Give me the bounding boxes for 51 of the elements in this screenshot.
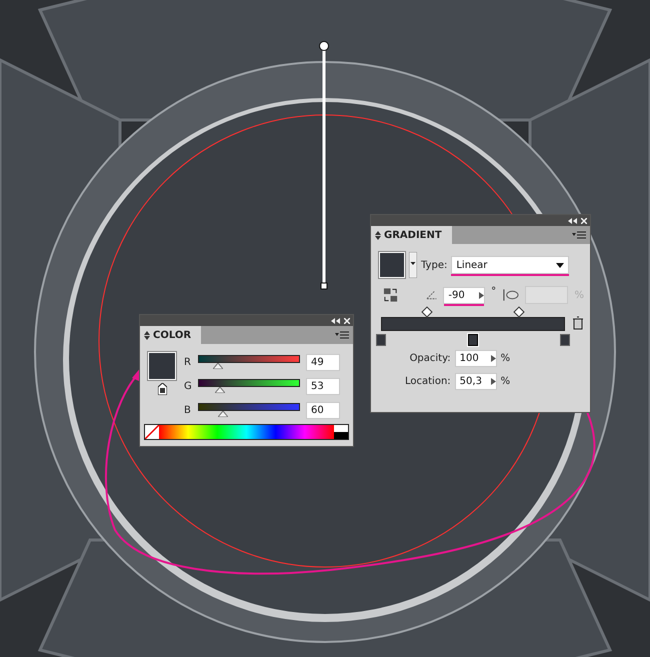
collapse-icon[interactable] bbox=[568, 218, 577, 224]
angle-field[interactable]: -90 bbox=[443, 286, 486, 304]
percent-sign: % bbox=[500, 353, 510, 364]
arrow-right-icon bbox=[479, 292, 484, 298]
color-stop[interactable] bbox=[560, 334, 570, 346]
opacity-label: Opacity: bbox=[408, 353, 451, 364]
channel-label: R bbox=[184, 356, 192, 368]
gradient-slider[interactable] bbox=[376, 306, 570, 346]
type-label: Type: bbox=[421, 260, 448, 270]
midpoint-handle[interactable] bbox=[513, 306, 525, 318]
channel-slider[interactable] bbox=[198, 355, 300, 369]
value-field[interactable]: 53 bbox=[306, 378, 340, 394]
opacity-field[interactable]: 100 bbox=[454, 350, 497, 367]
degree-sign: ° bbox=[491, 286, 496, 297]
value-field[interactable]: 60 bbox=[306, 402, 340, 418]
percent-sign: % bbox=[574, 290, 584, 300]
location-label: Location: bbox=[405, 376, 451, 387]
color-stop[interactable] bbox=[376, 334, 386, 346]
trash-icon[interactable] bbox=[572, 316, 584, 330]
percent-sign: % bbox=[500, 376, 510, 387]
panel-menu-icon[interactable] bbox=[335, 331, 349, 339]
arrow-right-icon bbox=[490, 355, 496, 362]
channel-label: G bbox=[184, 380, 192, 392]
channel-label: B bbox=[184, 404, 192, 416]
panel-tab[interactable]: COLOR bbox=[140, 326, 202, 344]
none-swatch-icon[interactable] bbox=[145, 425, 159, 439]
channel-slider[interactable] bbox=[198, 379, 300, 393]
panel-menu-icon[interactable] bbox=[572, 231, 586, 239]
midpoint-handle[interactable] bbox=[421, 306, 433, 318]
gradient-swatch[interactable] bbox=[379, 252, 405, 278]
angle-icon bbox=[426, 290, 438, 300]
tab-grip-icon[interactable] bbox=[144, 330, 150, 340]
close-icon[interactable] bbox=[344, 318, 350, 324]
collapse-icon[interactable] bbox=[331, 318, 340, 324]
fill-color-swatch bbox=[148, 352, 176, 380]
swatch-dropdown-icon[interactable] bbox=[409, 252, 417, 278]
location-field[interactable]: 50,3 bbox=[454, 373, 497, 390]
close-icon[interactable] bbox=[581, 218, 587, 224]
channel-slider[interactable] bbox=[198, 403, 300, 417]
dropdown-caret-icon bbox=[556, 262, 564, 268]
arrow-right-icon bbox=[490, 378, 496, 385]
aspect-ratio-field[interactable] bbox=[525, 286, 568, 304]
tab-grip-icon[interactable] bbox=[375, 230, 381, 240]
type-dropdown[interactable]: Linear bbox=[451, 256, 570, 274]
color-spectrum[interactable] bbox=[144, 424, 349, 440]
aspect-ratio-icon bbox=[502, 288, 520, 302]
value-field[interactable]: 49 bbox=[306, 354, 340, 370]
reverse-gradient-icon[interactable] bbox=[383, 287, 398, 303]
color-stop[interactable] bbox=[468, 334, 478, 346]
panel-tab[interactable]: GRADIENT bbox=[371, 226, 452, 244]
out-of-gamut-icon bbox=[158, 383, 166, 395]
